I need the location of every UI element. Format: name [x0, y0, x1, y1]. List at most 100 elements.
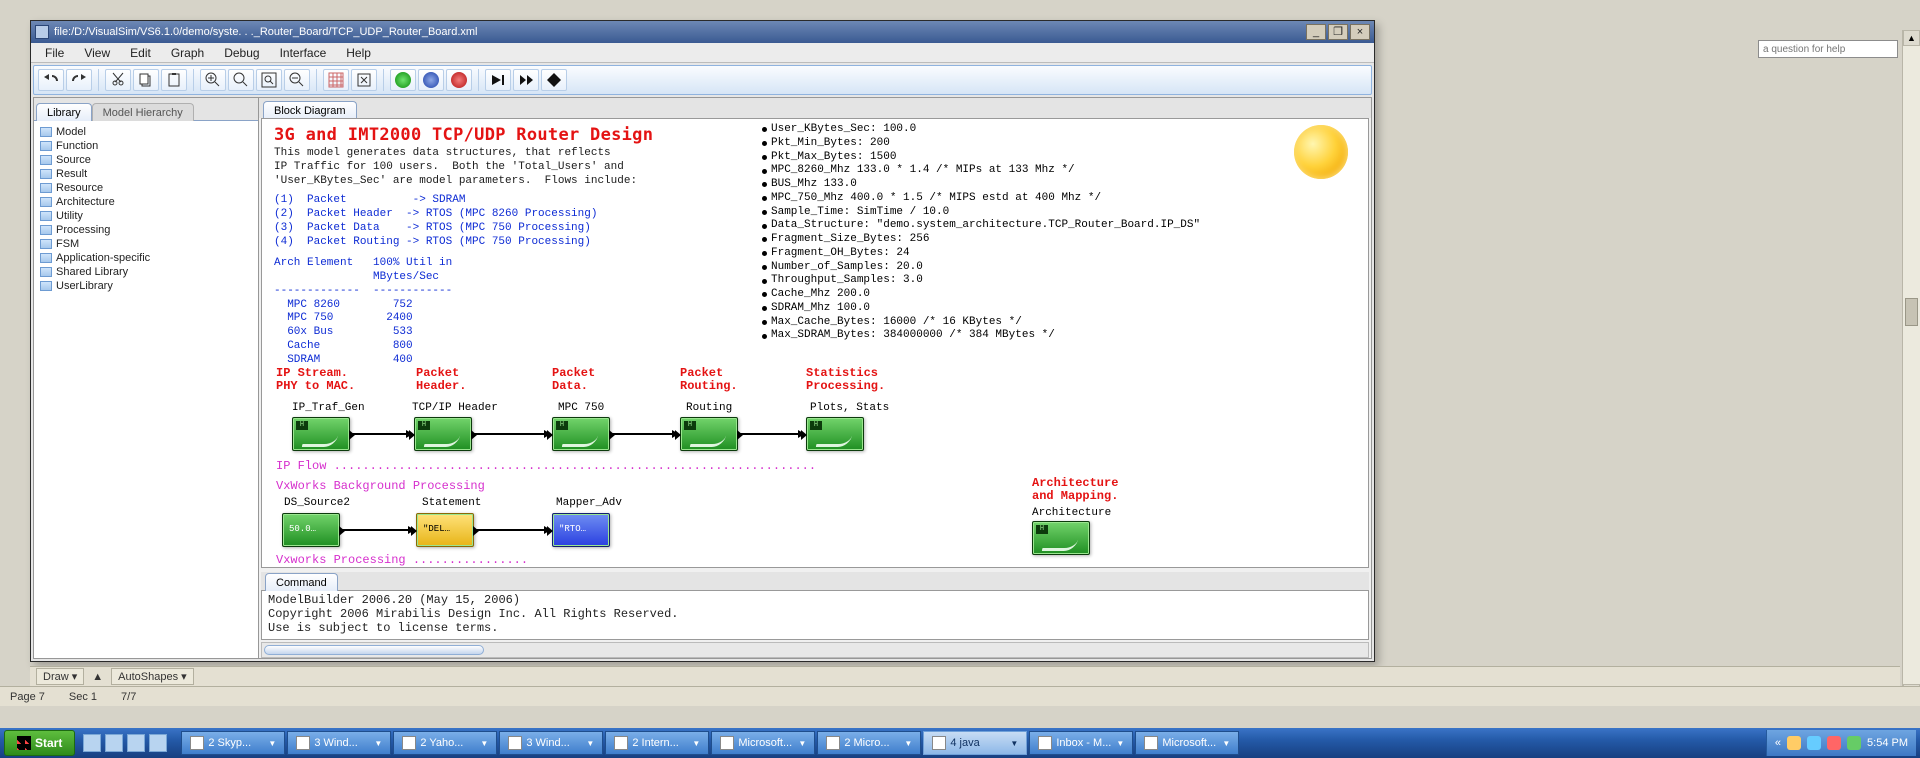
- tray-icon[interactable]: [1807, 736, 1821, 750]
- taskbar-item[interactable]: Microsoft...▼: [1135, 731, 1239, 755]
- tree-item[interactable]: Resource: [36, 181, 256, 195]
- zoom-out-button[interactable]: [284, 69, 310, 91]
- tree-item[interactable]: UserLibrary: [36, 279, 256, 293]
- tree-item[interactable]: Function: [36, 139, 256, 153]
- status-page: Page 7: [10, 691, 45, 703]
- undo-button[interactable]: [38, 69, 64, 91]
- tree-item[interactable]: Model: [36, 125, 256, 139]
- tree-item[interactable]: Source: [36, 153, 256, 167]
- run-button[interactable]: [390, 69, 416, 91]
- pointer-icon[interactable]: ▲: [92, 671, 103, 683]
- copy-button[interactable]: [133, 69, 159, 91]
- ql-icon[interactable]: [127, 734, 145, 752]
- section-label: Architecture and Mapping.: [1032, 477, 1118, 503]
- step-button[interactable]: [485, 69, 511, 91]
- tray-icon[interactable]: [1787, 736, 1801, 750]
- marker-button[interactable]: [541, 69, 567, 91]
- param-text: Pkt_Min_Bytes: 200: [771, 137, 890, 151]
- menu-graph[interactable]: Graph: [163, 44, 212, 62]
- tree-item[interactable]: FSM: [36, 237, 256, 251]
- scroll-up-icon[interactable]: ▲: [1903, 30, 1920, 46]
- ql-icon[interactable]: [83, 734, 101, 752]
- scroll-thumb[interactable]: [264, 645, 484, 655]
- block-ds-source[interactable]: 50.0…: [282, 513, 340, 547]
- chevron-down-icon: ▼: [1116, 739, 1124, 748]
- block-architecture[interactable]: H: [1032, 521, 1090, 555]
- tray-expand[interactable]: «: [1775, 737, 1781, 749]
- status-pages: 7/7: [121, 691, 136, 703]
- block-mpc750[interactable]: H: [552, 417, 610, 451]
- bullet-icon: [762, 224, 767, 229]
- system-tray[interactable]: « 5:54 PM: [1766, 730, 1916, 756]
- menu-interface[interactable]: Interface: [272, 44, 335, 62]
- chevron-down-icon: ▼: [1010, 739, 1018, 748]
- pause-button[interactable]: [418, 69, 444, 91]
- block-ip-traf-gen[interactable]: H: [292, 417, 350, 451]
- redo-button[interactable]: [66, 69, 92, 91]
- block-diagram-canvas[interactable]: 3G and IMT2000 TCP/UDP Router Design Thi…: [261, 118, 1369, 568]
- tray-icon[interactable]: [1847, 736, 1861, 750]
- tree-item[interactable]: Architecture: [36, 195, 256, 209]
- zoom-reset-button[interactable]: [228, 69, 254, 91]
- param-row: MPC_750_Mhz 400.0 * 1.5 /* MIPS estd at …: [762, 192, 1200, 206]
- start-button[interactable]: Start: [4, 730, 75, 756]
- taskbar-item[interactable]: 2 Micro...▼: [817, 731, 921, 755]
- ql-icon[interactable]: [149, 734, 167, 752]
- zoom-fit-button[interactable]: [256, 69, 282, 91]
- library-tree[interactable]: Model Function Source Result Resource Ar…: [34, 120, 258, 658]
- autoshapes-button[interactable]: AutoShapes ▾: [111, 668, 194, 685]
- taskbar-item[interactable]: 2 Intern...▼: [605, 731, 709, 755]
- tab-command[interactable]: Command: [265, 573, 338, 591]
- block-routing[interactable]: H: [680, 417, 738, 451]
- host-vertical-scrollbar[interactable]: ▲ ▼: [1902, 30, 1920, 700]
- restore-button[interactable]: ❐: [1328, 24, 1348, 40]
- taskbar-item[interactable]: 2 Skyp...▼: [181, 731, 285, 755]
- tray-icon[interactable]: [1827, 736, 1841, 750]
- scroll-thumb[interactable]: [1905, 298, 1918, 326]
- tab-library[interactable]: Library: [36, 103, 92, 121]
- block-tcpip-header[interactable]: H: [414, 417, 472, 451]
- tree-item[interactable]: Application-specific: [36, 251, 256, 265]
- tree-item[interactable]: Utility: [36, 209, 256, 223]
- tab-model-hierarchy[interactable]: Model Hierarchy: [92, 103, 194, 121]
- taskbar-item[interactable]: 4 java▼: [923, 731, 1027, 755]
- tree-item[interactable]: Result: [36, 167, 256, 181]
- grid-button[interactable]: [323, 69, 349, 91]
- block-mapper-adv[interactable]: "RTO…: [552, 513, 610, 547]
- minimize-button[interactable]: _: [1306, 24, 1326, 40]
- ql-icon[interactable]: [105, 734, 123, 752]
- stop-button[interactable]: [446, 69, 472, 91]
- zoom-in-button[interactable]: [200, 69, 226, 91]
- param-text: Fragment_Size_Bytes: 256: [771, 233, 929, 247]
- skip-button[interactable]: [513, 69, 539, 91]
- task-app-icon: [1038, 736, 1052, 750]
- taskbar-item[interactable]: Inbox - M...▼: [1029, 731, 1133, 755]
- draw-menu-button[interactable]: Draw ▾: [36, 668, 84, 685]
- block-statement[interactable]: "DEL…: [416, 513, 474, 547]
- fullscreen-button[interactable]: [351, 69, 377, 91]
- menu-file[interactable]: File: [37, 44, 72, 62]
- command-output[interactable]: ModelBuilder 2006.20 (May 15, 2006) Copy…: [261, 590, 1369, 640]
- menu-view[interactable]: View: [76, 44, 118, 62]
- taskbar-item[interactable]: Microsoft...▼: [711, 731, 815, 755]
- tree-item[interactable]: Shared Library: [36, 265, 256, 279]
- menu-debug[interactable]: Debug: [216, 44, 267, 62]
- close-button[interactable]: ×: [1350, 24, 1370, 40]
- help-search-input[interactable]: [1758, 40, 1898, 58]
- taskbar-item[interactable]: 3 Wind...▼: [287, 731, 391, 755]
- windows-logo-icon: [17, 736, 31, 750]
- command-hscroll[interactable]: [261, 642, 1369, 658]
- tree-label: UserLibrary: [56, 280, 113, 292]
- taskbar-item[interactable]: 2 Yaho...▼: [393, 731, 497, 755]
- cut-button[interactable]: [105, 69, 131, 91]
- tab-block-diagram[interactable]: Block Diagram: [263, 101, 357, 119]
- vxworks-bg-label: VxWorks Background Processing: [276, 479, 485, 493]
- window-titlebar[interactable]: file:/D:/VisualSim/VS6.1.0/demo/syste. .…: [31, 21, 1374, 43]
- menu-edit[interactable]: Edit: [122, 44, 159, 62]
- param-row: SDRAM_Mhz 100.0: [762, 302, 1200, 316]
- block-plots-stats[interactable]: H: [806, 417, 864, 451]
- menu-help[interactable]: Help: [338, 44, 379, 62]
- taskbar-item[interactable]: 3 Wind...▼: [499, 731, 603, 755]
- paste-button[interactable]: [161, 69, 187, 91]
- tree-item[interactable]: Processing: [36, 223, 256, 237]
